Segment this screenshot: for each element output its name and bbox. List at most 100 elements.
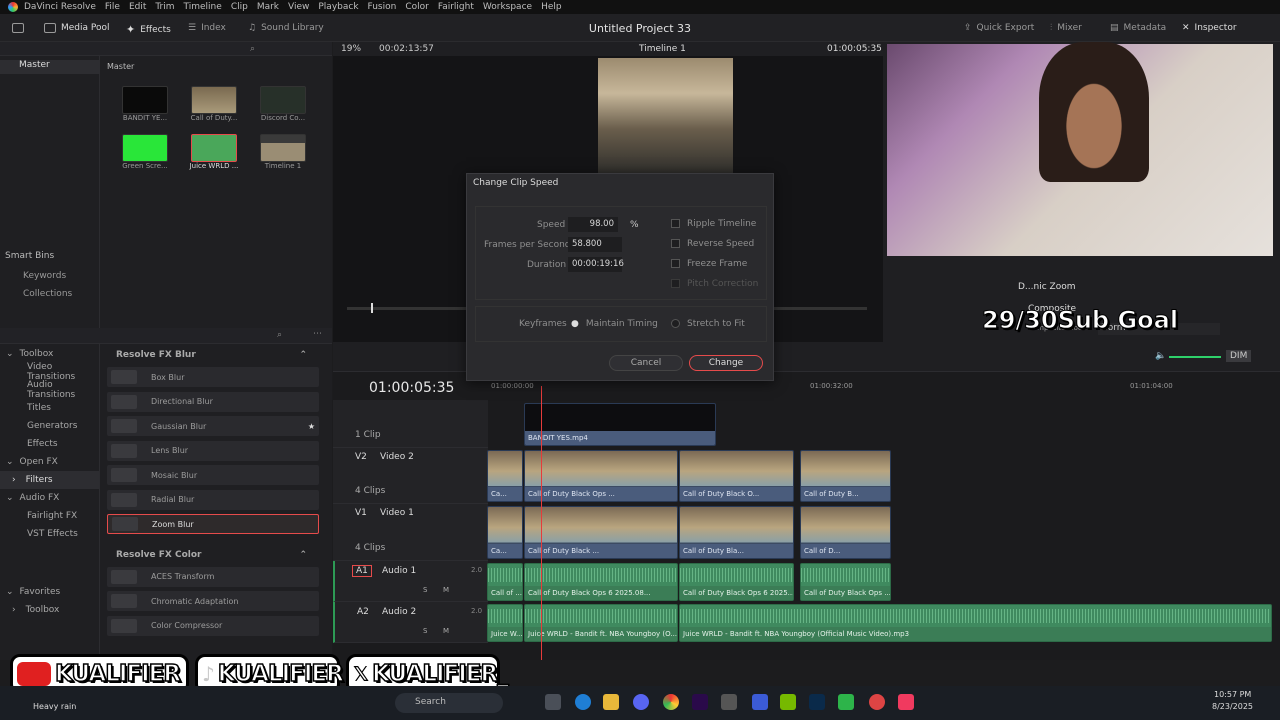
menu-edit[interactable]: Edit (129, 2, 146, 12)
menu-timeline[interactable]: Timeline (184, 2, 222, 12)
track-id[interactable]: A1 (352, 565, 372, 577)
audio-clip[interactable]: Juice WRLD - Bandit ft. NBA Youngboy (Of… (679, 604, 1272, 642)
menu-clip[interactable]: Clip (231, 2, 248, 12)
fx-radial-blur[interactable]: Radial Blur (107, 489, 319, 510)
inspector-row-zoom[interactable]: D...nic Zoom (1018, 282, 1075, 292)
tree-vst-effects[interactable]: VST Effects (0, 525, 99, 543)
resolve-taskbar-icon[interactable] (721, 694, 737, 710)
effects-search-icon[interactable]: ⌕ (277, 330, 282, 340)
viewer-timeline-name[interactable]: Timeline 1 (639, 44, 686, 54)
tree-generators[interactable]: Generators (0, 417, 99, 435)
media-clip[interactable]: Call of Duty... (184, 86, 244, 122)
track-name[interactable]: Video 1 (380, 508, 414, 518)
tree-audio-transitions[interactable]: Audio Transitions (0, 380, 99, 400)
blur-section-header[interactable]: Resolve FX Blur ⌃ (107, 347, 319, 363)
clock-time[interactable]: 10:57 PM (1214, 690, 1251, 699)
playhead[interactable] (541, 386, 542, 660)
timeline-clip[interactable]: Call of Duty Black Ops ... (524, 450, 678, 502)
timeline-ruler[interactable]: 01:00:00:00 01:00:32:00 01:01:04:00 (488, 380, 1280, 394)
weather-text[interactable]: Heavy rain (33, 702, 76, 711)
task-view-icon[interactable] (545, 694, 561, 710)
mixer-button[interactable]: ⫶ Mixer (1050, 23, 1082, 33)
timeline-clip[interactable]: BANDIT YES.mp4 (524, 403, 716, 446)
dim-button[interactable]: DIM (1226, 350, 1252, 362)
tree-filters[interactable]: › Filters (0, 471, 99, 489)
index-button[interactable]: ☰ Index (188, 23, 226, 33)
fx-mosaic-blur[interactable]: Mosaic Blur (107, 465, 319, 485)
tree-fairlight-fx[interactable]: Fairlight FX (0, 507, 99, 525)
cancel-button[interactable]: Cancel (609, 355, 683, 371)
fx-zoom-blur[interactable]: Zoom Blur (107, 514, 319, 534)
change-button[interactable]: Change (689, 355, 763, 371)
track-name[interactable]: Video 2 (380, 452, 414, 462)
timeline-clip[interactable]: Ca... (487, 506, 523, 559)
solo-button[interactable]: S (423, 627, 427, 635)
tree-effects[interactable]: Effects (0, 435, 99, 453)
solo-button[interactable]: S (423, 586, 427, 594)
duration-input[interactable]: 00:00:19:16 (568, 257, 624, 272)
viewer-zoom[interactable]: 19% (341, 44, 361, 54)
effects-button[interactable]: ✦ Effects (126, 23, 171, 36)
tree-audio-fx[interactable]: ⌄ Audio FX (0, 489, 99, 507)
menu-mark[interactable]: Mark (257, 2, 279, 12)
fx-aces-transform[interactable]: ACES Transform (107, 566, 319, 587)
tree-open-fx[interactable]: ⌄ Open FX (0, 453, 99, 471)
sound-library-button[interactable]: ♫ Sound Library (248, 23, 324, 33)
menu-fairlight[interactable]: Fairlight (438, 2, 474, 12)
menu-fusion[interactable]: Fusion (368, 2, 397, 12)
timeline-clip[interactable]: Call of Duty Black O... (679, 450, 794, 502)
edge-icon[interactable] (575, 694, 591, 710)
ripple-timeline-checkbox[interactable]: Ripple Timeline (671, 219, 756, 229)
fps-input[interactable]: 58.800 (568, 237, 622, 252)
fx-color-compressor[interactable]: Color Compressor (107, 615, 319, 636)
bin-master[interactable]: Master (0, 60, 100, 74)
metadata-button[interactable]: ▤ Metadata (1110, 23, 1166, 33)
track-name[interactable]: Audio 2 (382, 607, 416, 617)
more-options-icon[interactable]: ⋯ (313, 329, 322, 339)
tree-favorites[interactable]: ⌄ Favorites (0, 583, 99, 601)
freeze-frame-checkbox[interactable]: Freeze Frame (671, 259, 747, 269)
fav-toolbox[interactable]: › Toolbox (0, 601, 99, 619)
photoshop-icon[interactable] (809, 694, 825, 710)
tree-toolbox[interactable]: ⌄ Toolbox (0, 345, 99, 363)
media-pool-button[interactable]: Media Pool (44, 23, 110, 33)
discord-icon[interactable] (633, 694, 649, 710)
keywords-item[interactable]: Keywords (23, 271, 66, 281)
obs-icon[interactable] (869, 694, 885, 710)
fx-gaussian-blur[interactable]: Gaussian Blur ★ (107, 416, 319, 436)
timeline-clip[interactable]: Call of Duty Bla... (679, 506, 794, 559)
volume-slider[interactable] (1169, 356, 1221, 358)
favorite-star-icon[interactable]: ★ (308, 422, 315, 431)
media-clip[interactable]: Timeline 1 (253, 134, 313, 170)
collections-item[interactable]: Collections (23, 289, 72, 299)
timeline-clip[interactable]: Call of Duty Black ... (524, 506, 678, 559)
media-clip[interactable]: Juice WRLD ... (184, 134, 244, 170)
scrubber-handle[interactable] (371, 303, 373, 313)
fx-box-blur[interactable]: Box Blur (107, 367, 319, 387)
speed-input[interactable]: 98.00 (568, 217, 618, 232)
panel-toggle-icon[interactable] (12, 23, 24, 33)
timeline-clip[interactable]: Call of Duty B... (800, 450, 891, 502)
premiere-icon[interactable] (692, 694, 708, 710)
reverse-speed-checkbox[interactable]: Reverse Speed (671, 239, 754, 249)
audio-clip[interactable]: Call of Duty Black Ops 6 2025.08... (524, 563, 678, 601)
mute-button[interactable]: M (443, 586, 449, 594)
quick-export-button[interactable]: ⇪ Quick Export (964, 23, 1034, 33)
mute-button[interactable]: M (443, 627, 449, 635)
fx-lens-blur[interactable]: Lens Blur (107, 440, 319, 461)
inspector-button[interactable]: ✕ Inspector (1182, 23, 1237, 33)
fx-chromatic-adaptation[interactable]: Chromatic Adaptation (107, 591, 319, 611)
audio-clip[interactable]: Call of Duty Black Ops 6 2025... (679, 563, 794, 601)
chrome-icon[interactable] (663, 694, 679, 710)
audio-clip[interactable]: Call of Duty Black Ops ... (800, 563, 891, 601)
audio-clip[interactable]: Call of ... (487, 563, 523, 601)
menu-playback[interactable]: Playback (318, 2, 358, 12)
media-clip[interactable]: BANDIT YE... (115, 86, 175, 122)
media-icon[interactable] (838, 694, 854, 710)
nvidia-icon[interactable] (780, 694, 796, 710)
menu-view[interactable]: View (288, 2, 309, 12)
color-section-header[interactable]: Resolve FX Color ⌃ (107, 547, 319, 563)
explorer-icon[interactable] (603, 694, 619, 710)
menu-workspace[interactable]: Workspace (483, 2, 532, 12)
menu-help[interactable]: Help (541, 2, 562, 12)
